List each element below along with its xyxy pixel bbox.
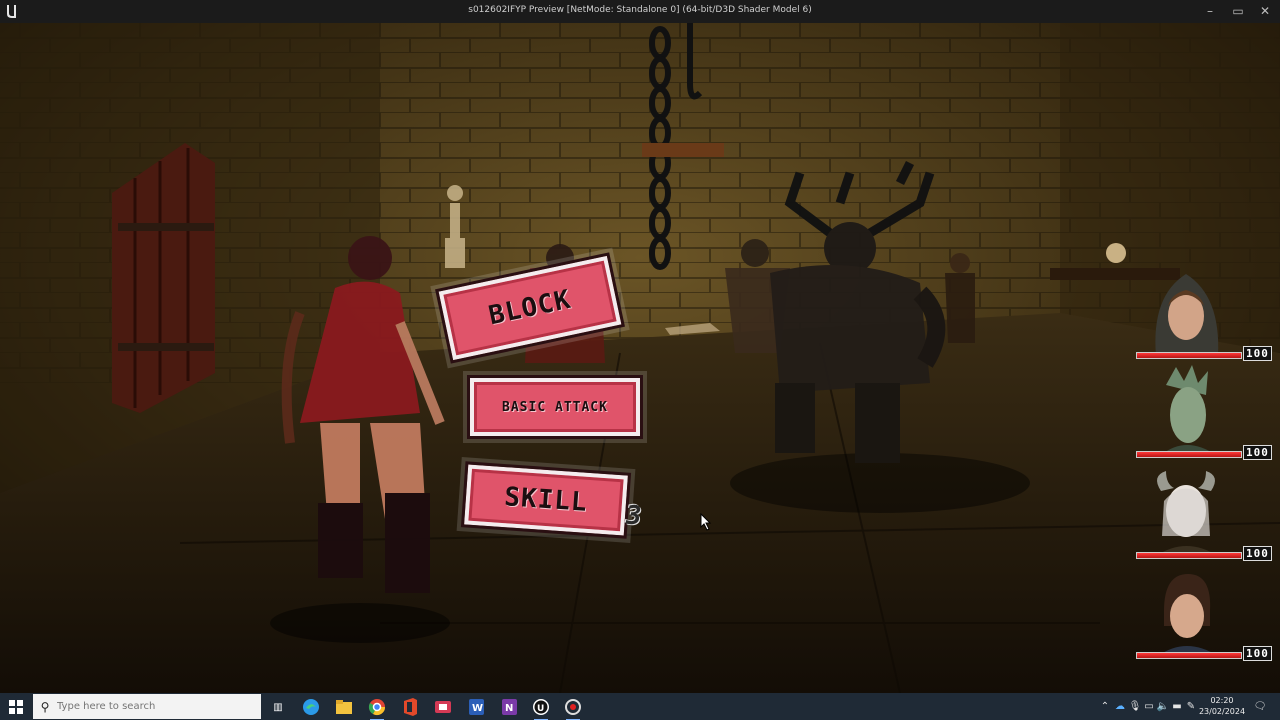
party-member-2[interactable]: 100 <box>1136 365 1280 463</box>
hp-value: 100 <box>1243 445 1272 460</box>
network-icon[interactable]: ▭ <box>1142 701 1156 712</box>
hp-fill <box>1137 653 1241 658</box>
svg-text:N: N <box>505 703 513 714</box>
word-icon[interactable]: W <box>465 696 487 718</box>
maximize-icon[interactable]: ▭ <box>1223 0 1253 23</box>
svg-text:W: W <box>472 703 483 714</box>
basic-attack-button-label: BASIC ATTACK <box>502 399 608 415</box>
hp-fill <box>1137 452 1241 457</box>
hp-value: 100 <box>1243 646 1272 661</box>
skill-uses-counter: 3 <box>626 501 642 531</box>
hooded-woman-portrait <box>1155 274 1219 356</box>
task-view-icon[interactable]: ▥ <box>267 696 289 718</box>
clock-date: 23/02/2024 <box>1198 707 1246 716</box>
party-member-4[interactable]: 100 <box>1136 566 1280 664</box>
hp-bar <box>1136 352 1242 359</box>
hp-bar <box>1136 652 1242 659</box>
microphone-icon[interactable]: 🎙 <box>1128 701 1142 712</box>
hp-fill <box>1137 353 1241 358</box>
office-icon[interactable] <box>399 696 421 718</box>
taskbar: ⚲ ▥ W N U ⌃ ☁ 🎙 ▭ 🔈 ▬ ✎ 02:20 23/02/2024 <box>0 693 1280 720</box>
search-input[interactable] <box>57 701 247 712</box>
svg-text:U: U <box>537 704 544 714</box>
block-button-label: BLOCK <box>486 284 574 332</box>
battery-icon[interactable]: ▬ <box>1170 701 1184 712</box>
app-icon[interactable] <box>432 696 454 718</box>
skill-button[interactable]: SKILL <box>461 460 631 540</box>
basic-attack-button[interactable]: BASIC ATTACK <box>467 375 643 439</box>
chevron-up-icon[interactable]: ⌃ <box>1098 701 1112 712</box>
window-title-bar: s012602IFYP Preview [NetMode: Standalone… <box>0 0 1280 23</box>
edge-icon[interactable] <box>300 696 322 718</box>
recorder-icon[interactable] <box>562 696 584 720</box>
notification-icon[interactable]: 🗨 <box>1252 693 1268 720</box>
hp-value: 100 <box>1243 346 1272 361</box>
cloud-icon[interactable]: ☁ <box>1112 701 1128 712</box>
system-tray: ⌃ ☁ 🎙 ▭ 🔈 ▬ ✎ <box>1098 693 1198 720</box>
volume-icon[interactable]: 🔈 <box>1156 701 1170 712</box>
hp-bar <box>1136 451 1242 458</box>
reptilian-portrait <box>1161 365 1216 455</box>
mouse-cursor-icon <box>700 513 712 531</box>
file-explorer-icon[interactable] <box>333 696 355 718</box>
close-icon[interactable]: ✕ <box>1250 0 1280 23</box>
taskbar-clock[interactable]: 02:20 23/02/2024 <box>1196 695 1248 717</box>
hp-fill <box>1137 553 1241 558</box>
start-button[interactable] <box>0 693 32 720</box>
window-title: s012602IFYP Preview [NetMode: Standalone… <box>468 5 812 15</box>
taskbar-search-box[interactable]: ⚲ <box>33 694 261 719</box>
chrome-icon[interactable] <box>366 696 388 720</box>
horned-pale-portrait <box>1156 471 1218 556</box>
hp-bar <box>1136 552 1242 559</box>
clock-time: 02:20 <box>1210 696 1234 705</box>
onenote-icon[interactable]: N <box>498 696 520 718</box>
unreal-engine-icon[interactable]: U <box>530 696 552 720</box>
dark-haired-woman-portrait <box>1158 574 1218 656</box>
search-icon: ⚲ <box>40 699 50 714</box>
party-member-3[interactable]: 100 <box>1136 466 1280 564</box>
party-member-1[interactable]: 100 <box>1136 266 1280 364</box>
minimize-icon[interactable]: – <box>1195 0 1225 23</box>
game-viewport[interactable]: BLOCK BASIC ATTACK SKILL 3 100 100 100 1… <box>0 23 1280 693</box>
windows-logo-icon <box>9 699 23 714</box>
hp-value: 100 <box>1243 546 1272 561</box>
dungeon-scene <box>0 23 1280 693</box>
skill-button-label: SKILL <box>503 482 589 518</box>
